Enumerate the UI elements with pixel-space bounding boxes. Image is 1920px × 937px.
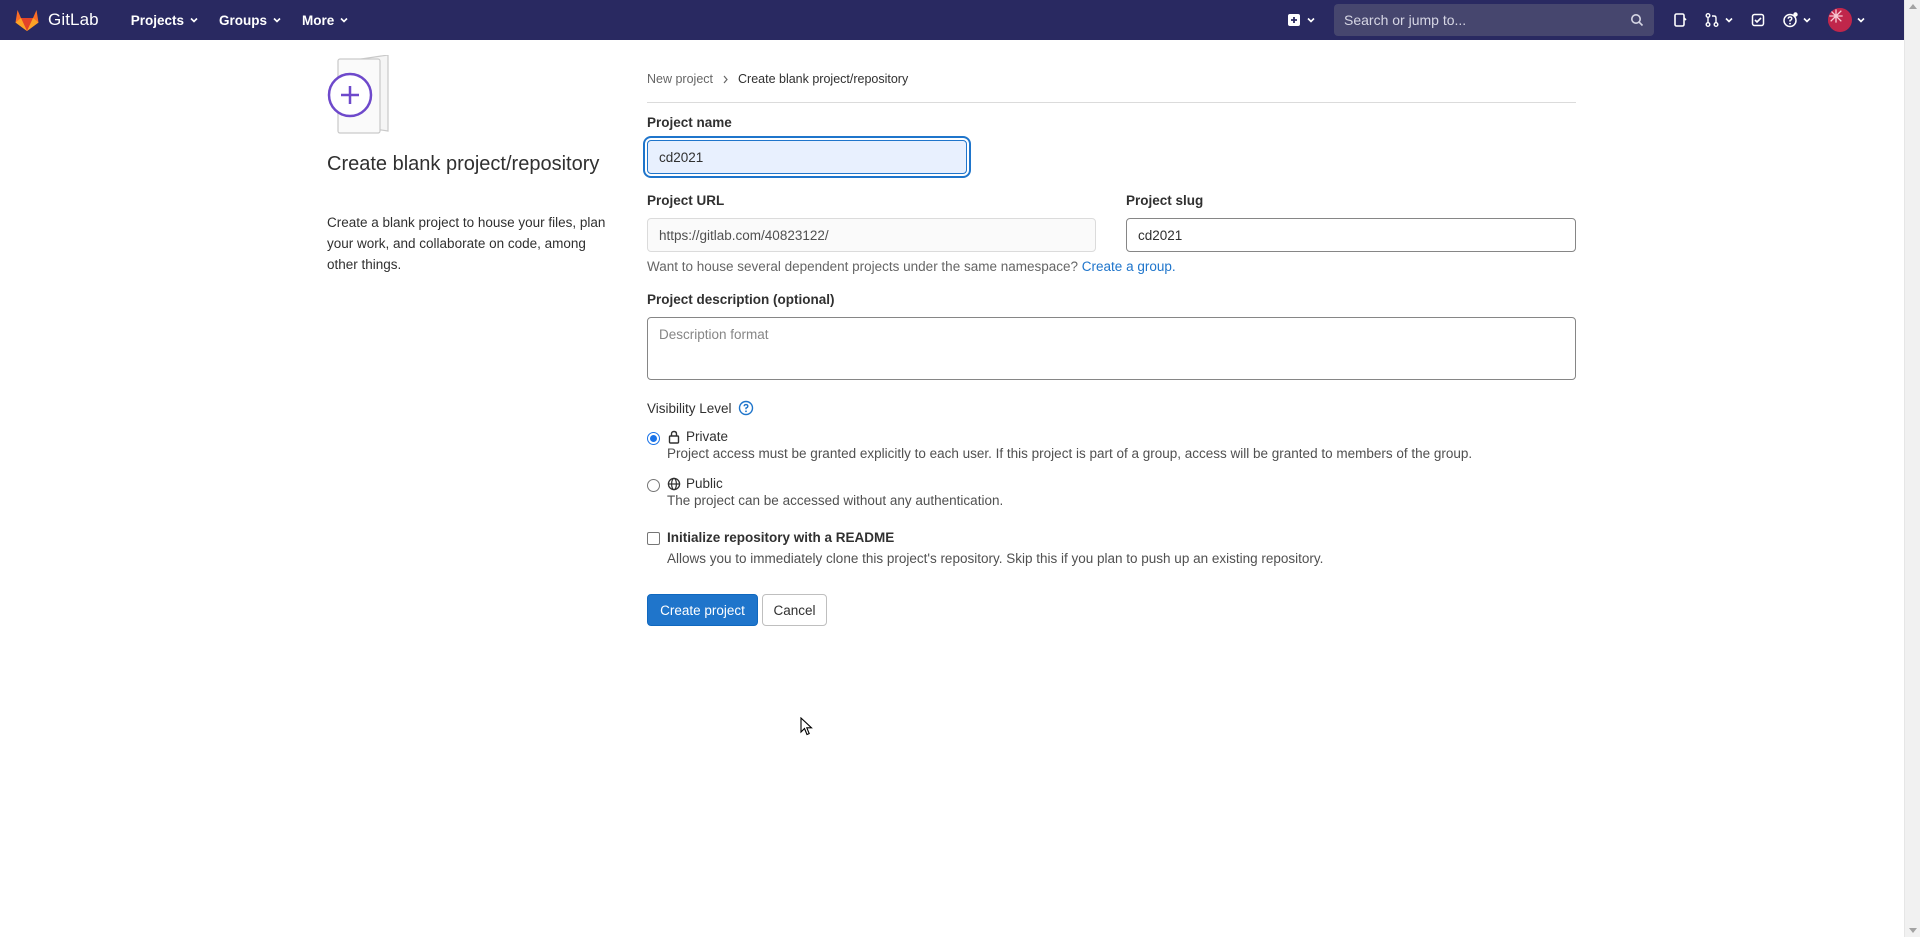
public-radio-title: Public [667,476,1003,491]
issues-button[interactable] [1664,0,1696,40]
menu-projects[interactable]: Projects [121,0,209,40]
visibility-level-label: Visibility Level [647,400,732,416]
menu-more[interactable]: More [292,0,359,40]
readme-option[interactable]: Initialize repository with a README Allo… [647,530,1323,566]
lock-icon [668,430,680,444]
project-name-label: Project name [647,115,732,130]
private-radio-title: Private [667,429,1472,444]
scroll-down-arrow-icon[interactable] [1909,928,1917,933]
user-menu-button[interactable] [1820,0,1874,40]
menu-groups[interactable]: Groups [209,0,292,40]
navbar-right [1278,0,1904,40]
public-radio-label: Public [686,476,723,491]
project-slug-label: Project slug [1126,193,1204,208]
help-icon [1783,12,1798,28]
project-description-textarea[interactable] [647,317,1576,380]
gitlab-tanuki-icon [15,10,39,31]
gitlab-logo-link[interactable]: GitLab [14,0,99,40]
page-title: Create blank project/repository [327,153,600,175]
cancel-button[interactable]: Cancel [762,594,827,626]
menu-groups-label: Groups [218,12,267,28]
chevron-down-icon [273,17,281,23]
breadcrumb: New project Create blank project/reposit… [647,72,908,86]
visibility-level-heading: Visibility Level [647,400,754,416]
menu-more-label: More [301,12,335,28]
public-radio-body: Public The project can be accessed witho… [667,476,1003,508]
private-radio[interactable] [647,432,660,445]
private-radio-label: Private [686,429,729,444]
breadcrumb-current: Create blank project/repository [738,72,909,86]
question-circle-icon[interactable] [738,400,754,416]
breadcrumb-new-project[interactable]: New project [647,72,713,86]
issues-icon [1674,13,1687,27]
top-navbar: GitLab Projects Groups More [0,0,1904,40]
new-dropdown-button[interactable] [1278,0,1324,40]
merge-requests-button[interactable] [1696,0,1742,40]
todos-button[interactable] [1742,0,1774,40]
merge-request-icon [1705,13,1719,27]
todo-icon [1751,13,1765,27]
search-icon[interactable] [1630,13,1644,27]
help-button[interactable] [1774,0,1820,40]
plus-square-icon [1288,14,1300,26]
public-radio-description: The project can be accessed without any … [667,493,1004,508]
breadcrumb-divider [647,102,1576,103]
readme-body: Initialize repository with a README Allo… [667,530,1323,566]
project-url-label: Project URL [647,193,725,208]
private-radio-description: Project access must be granted explicitl… [667,446,1473,461]
public-radio[interactable] [647,479,660,492]
create-project-button[interactable]: Create project [647,594,758,626]
scroll-up-arrow-icon[interactable] [1909,4,1917,9]
project-url-input[interactable] [647,218,1096,252]
brand-name: GitLab [48,10,99,29]
chevron-down-icon [1725,17,1733,23]
search-box [1334,4,1654,36]
readme-description: Allows you to immediately clone this pro… [667,551,1324,566]
project-name-input[interactable] [647,140,967,174]
project-slug-input[interactable] [1126,218,1576,252]
avatar-pattern-icon [1828,8,1844,24]
visibility-option-private[interactable]: Private Project access must be granted e… [647,429,1472,461]
namespace-help-label: Want to house several dependent projects… [647,259,1079,274]
blank-project-illustration-icon [327,55,389,134]
chevron-down-icon [340,17,348,23]
readme-checkbox[interactable] [647,532,660,545]
chevron-down-icon [190,17,198,23]
create-group-link[interactable]: Create a group. [1082,259,1176,274]
main-menu: Projects Groups More [121,0,360,40]
namespace-help-text: Want to house several dependent projects… [647,259,1176,274]
chevron-down-icon [1803,17,1811,23]
globe-icon [667,477,681,490]
chevron-down-icon [1307,17,1315,23]
chevron-right-icon [723,75,728,83]
chevron-down-icon [1857,17,1865,23]
page-description: Create a blank project to house your fil… [327,215,606,272]
menu-projects-label: Projects [130,12,184,28]
vertical-scrollbar[interactable] [1904,0,1920,937]
avatar [1828,8,1852,32]
visibility-option-public[interactable]: Public The project can be accessed witho… [647,476,1003,508]
search-input[interactable] [1344,12,1630,28]
project-description-label: Project description (optional) [647,292,835,307]
private-radio-body: Private Project access must be granted e… [667,429,1472,461]
mouse-cursor-icon [800,717,813,736]
readme-label: Initialize repository with a README [667,530,895,545]
